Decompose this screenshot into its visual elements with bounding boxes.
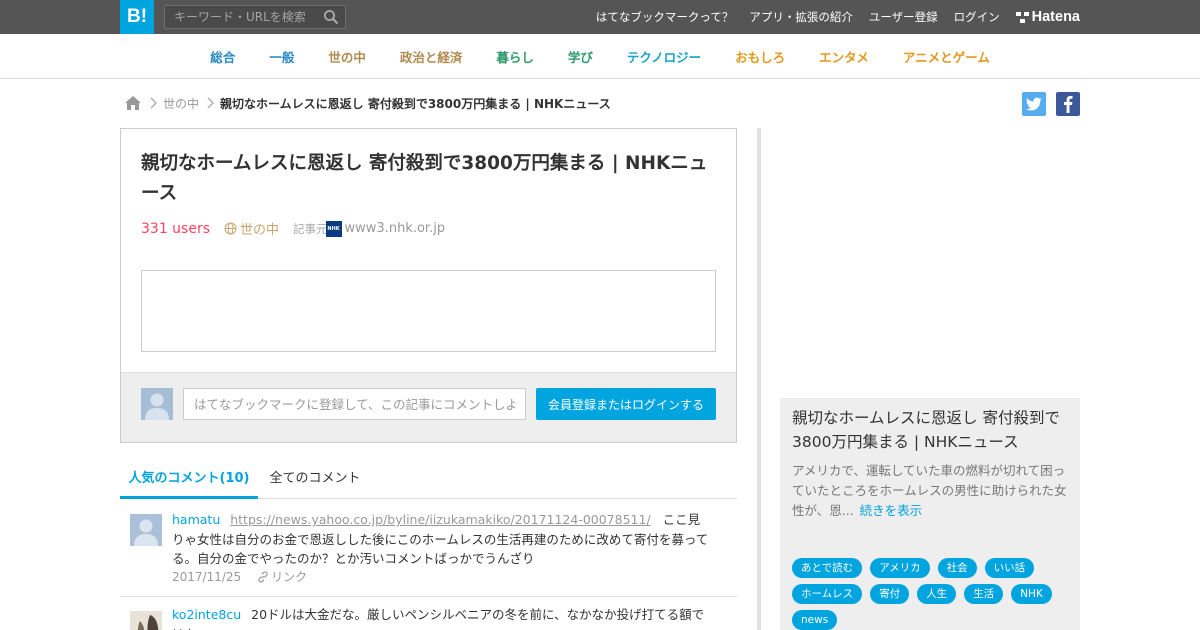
category-tab[interactable]: エンタメ [819,47,869,66]
category-tab[interactable]: 一般 [269,47,294,66]
sidebar-entry-summary: 親切なホームレスに恩返し 寄付殺到で3800万円集まる | NHKニュース アメ… [780,398,1080,630]
breadcrumb: 世の中 親切なホームレスに恩返し 寄付殺到で3800万円集まる | NHKニュー… [124,92,611,114]
tag-pill[interactable]: アメリカ [870,558,930,578]
breadcrumb-current: 親切なホームレスに恩返し 寄付殺到で3800万円集まる | NHKニュース [220,96,611,111]
category-tab[interactable]: 世の中 [328,47,366,66]
twitter-icon [1026,97,1042,111]
category-tab[interactable]: アニメとゲーム [903,47,990,66]
category-tab[interactable]: 総合 [210,47,235,66]
hatena-brand-text: Hatena [1031,9,1080,25]
show-more-link[interactable]: 続きを表示 [860,503,923,518]
facebook-share-button[interactable] [1056,92,1080,116]
facebook-icon [1064,96,1073,113]
hatena-logo-icon [1015,11,1029,23]
entry-content-box [141,270,716,352]
home-icon[interactable] [124,95,142,111]
comment-username[interactable]: ko2inte8cu [172,607,241,622]
sidebar-title[interactable]: 親切なホームレスに恩返し 寄付殺到で3800万円集まる | NHKニュース [792,406,1070,454]
comment-body: hamatu https://news.yahoo.co.jp/byline/i… [172,510,712,569]
entry-meta: 331 users 世の中 記事元 NHK www3.nhk.or.jp [141,219,445,238]
comment-tabs: 人気のコメント(10) 全てのコメント [120,462,737,499]
comment-footer: 2017/11/25 リンク [172,568,307,585]
signup-or-login-button[interactable]: 会員登録またはログインする [536,388,716,420]
login-link[interactable]: ログイン [954,9,1000,25]
comment-date[interactable]: 2017/11/25 [172,570,241,584]
comment-link-label: リンク [271,570,308,584]
source-domain[interactable]: www3.nhk.or.jp [345,221,446,236]
entry-category[interactable]: 世の中 [224,219,279,238]
comment-url[interactable]: https://news.yahoo.co.jp/byline/iizukama… [230,512,650,527]
category-tab[interactable]: 暮らし [496,47,534,66]
comment-divider [120,596,737,597]
nhk-favicon: NHK [325,220,342,237]
comment-text: 20ドルは大金だな。厳しいペンシルベニアの冬を前に、なかなか投げ打てる額ではない… [172,607,705,630]
tag-pill[interactable]: news [792,610,838,630]
source-label: 記事元 [293,221,328,236]
tab-popular-comments[interactable]: 人気のコメント(10) [120,462,258,499]
sidebar-summary: アメリカで、運転していた車の燃料が切れて困っていたところをホームレスの男性に助け… [792,461,1072,521]
hatena-brand-link[interactable]: Hatena [1015,9,1080,25]
comment-username[interactable]: hamatu [172,512,220,527]
entry-category-label: 世の中 [240,223,280,238]
tag-pill[interactable]: 人生 [917,584,957,604]
user-silhouette-icon [145,393,169,420]
hatena-bookmark-logo[interactable]: B! [120,0,154,34]
breadcrumb-category[interactable]: 世の中 [163,95,199,112]
tab-all-comments[interactable]: 全てのコメント [258,462,372,499]
tag-pill[interactable]: 寄付 [870,584,910,604]
top-bar: B! はてなブックマークって？ アプリ・拡張の紹介 ユーザー登録 ログイン Ha… [0,0,1200,34]
search-input[interactable] [165,6,315,28]
signup-link[interactable]: ユーザー登録 [869,9,938,25]
tag-pill[interactable]: あとで読む [792,558,863,578]
chevron-right-icon [150,97,157,109]
category-tab[interactable]: テクノロジー [627,47,701,66]
twitter-share-button[interactable] [1022,92,1046,116]
tag-list: あとで読む アメリカ 社会 いい話ホームレス 寄付 人生 生活 NHK news [792,558,1077,630]
comment-input[interactable] [183,388,526,420]
tag-pill[interactable]: いい話 [984,558,1035,578]
comment-body: ko2inte8cu 20ドルは大金だな。厳しいペンシルベニアの冬を前に、なかな… [172,605,712,630]
category-tab[interactable]: おもしろ [735,47,785,66]
chevron-right-icon [207,97,214,109]
about-link[interactable]: はてなブックマークって？ [596,9,733,25]
tag-pill[interactable]: ホームレス [792,584,863,604]
search-box [164,5,346,29]
search-icon[interactable] [323,9,339,25]
tag-pill[interactable]: 社会 [937,558,977,578]
category-navigation: 総合 一般 世の中 政治と経済 暮らし 学び テクノロジー おもしろ エンタメ アニメとゲーム [0,34,1200,79]
bookmark-users-count[interactable]: 331 users [141,221,210,237]
tag-pill[interactable]: NHK [1011,584,1052,604]
user-avatar-placeholder [141,388,173,420]
avatar[interactable] [130,611,162,630]
avatar[interactable] [130,514,162,546]
category-tab[interactable]: 学び [568,47,593,66]
column-separator [757,128,761,630]
category-tab[interactable]: 政治と経済 [400,47,463,66]
tag-pill[interactable]: 生活 [964,584,1004,604]
apps-link[interactable]: アプリ・拡張の紹介 [749,9,853,25]
globe-icon [224,222,237,235]
entry-card: 親切なホームレスに恩返し 寄付殺到で3800万円集まる | NHKニュース 33… [120,128,737,443]
comment-permalink[interactable]: リンク [257,568,307,585]
top-navigation: はてなブックマークって？ アプリ・拡張の紹介 ユーザー登録 ログイン Haten… [580,0,1080,34]
entry-title[interactable]: 親切なホームレスに恩返し 寄付殺到で3800万円集まる | NHKニュース [141,149,711,209]
link-icon [258,570,268,583]
comment-form: 会員登録またはログインする [121,372,736,442]
sidebar-summary-text: アメリカで、運転していた車の燃料が切れて困っていたところをホームレスの男性に助け… [792,463,1067,518]
